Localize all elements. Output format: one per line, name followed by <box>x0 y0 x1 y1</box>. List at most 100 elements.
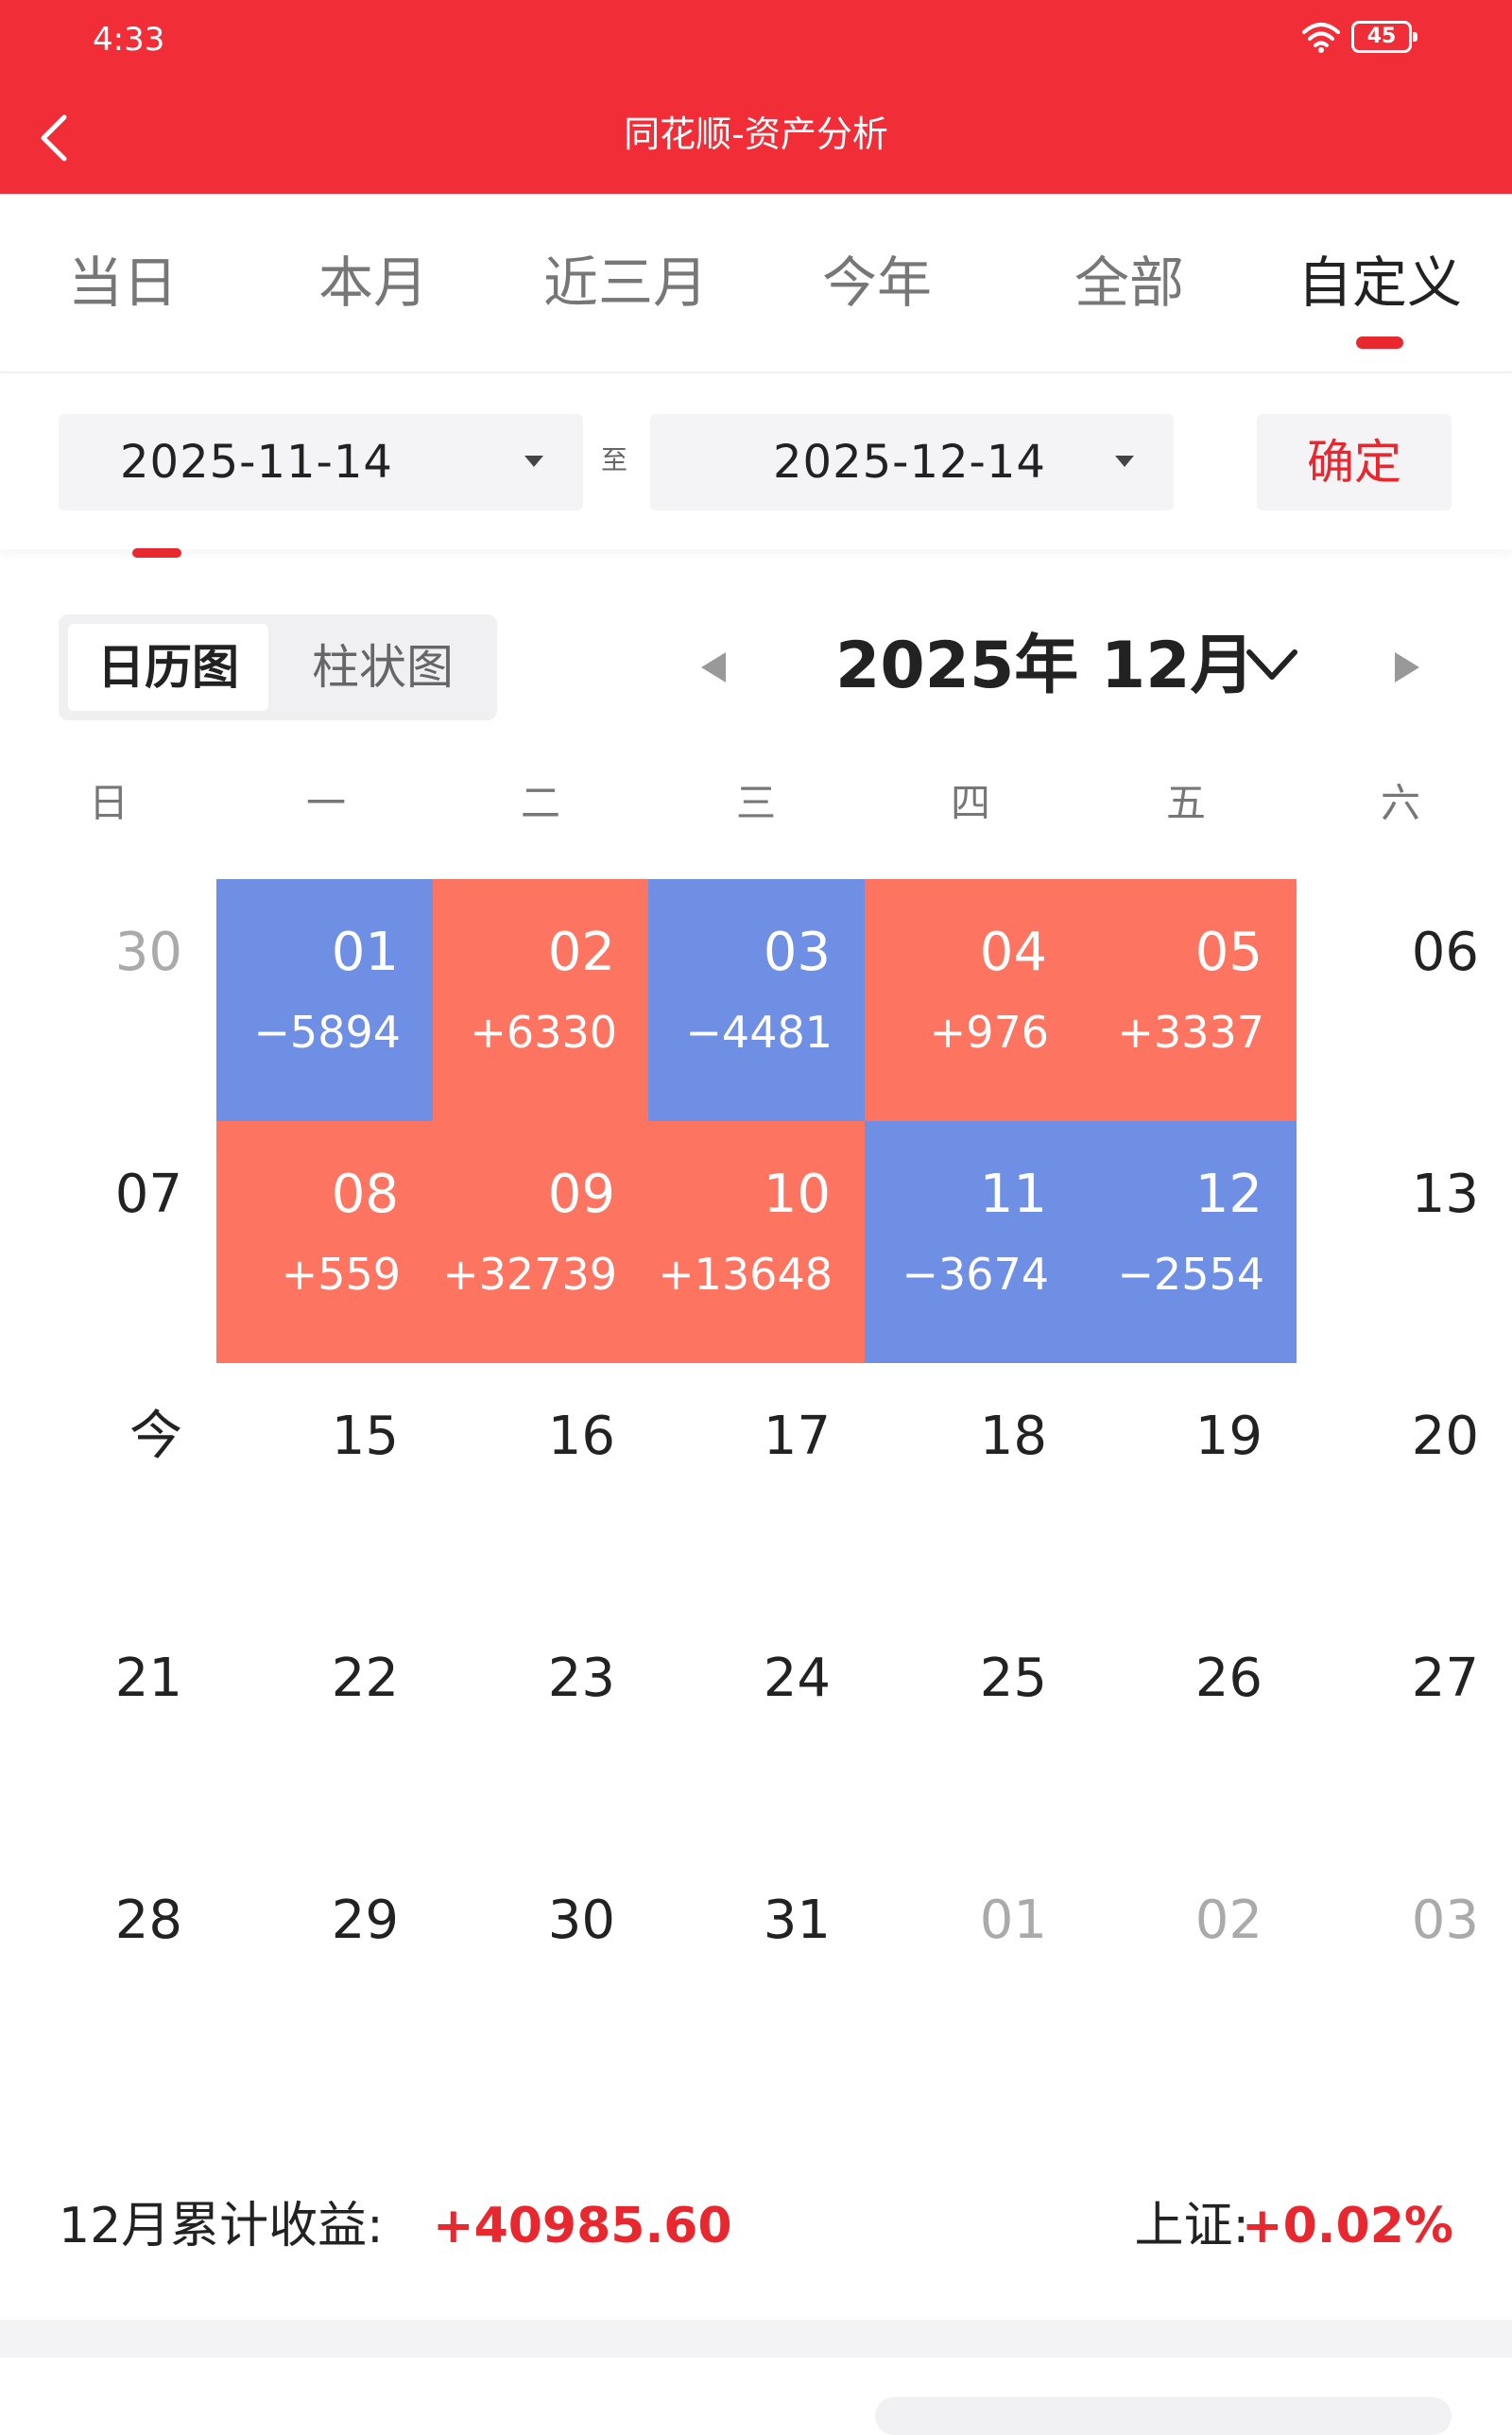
calendar-day-cell[interactable]: 08 +559 <box>216 1121 433 1363</box>
triangle-right-icon[interactable] <box>1393 650 1421 684</box>
calendar-day-cell[interactable]: 03 <box>1297 1847 1512 2089</box>
cumulative-return-label: 12月累计收益: <box>59 2198 384 2254</box>
day-number: 25 <box>979 1648 1047 1709</box>
daily-return-value: −3674 <box>902 1249 1049 1300</box>
day-number: 20 <box>1411 1406 1479 1467</box>
calendar-day-cell[interactable]: 30 <box>0 879 216 1121</box>
chevron-down-icon[interactable] <box>1246 647 1298 682</box>
day-number: 06 <box>1411 922 1479 983</box>
calendar-day-cell[interactable]: 30 <box>433 1847 649 2089</box>
end-date-select[interactable]: 2025-12-14 <box>650 414 1174 510</box>
calendar-day-cell[interactable]: 31 <box>648 1847 865 2089</box>
index-label: 上证: <box>1134 2198 1249 2254</box>
active-tab-indicator <box>1356 337 1403 349</box>
calendar-day-cell[interactable]: 28 <box>0 1847 216 2089</box>
day-number: 03 <box>1411 1890 1479 1951</box>
confirm-button[interactable]: 确定 <box>1257 414 1452 510</box>
tab-this-year[interactable]: 今年 <box>822 243 932 322</box>
day-number: 19 <box>1194 1406 1263 1467</box>
app-bar: 4:33 45 同花顺-资产分析 <box>0 0 1512 194</box>
calendar-day-cell[interactable]: 09 +32739 <box>433 1121 649 1363</box>
start-date-value: 2025-11-14 <box>120 436 393 489</box>
start-date-select[interactable]: 2025-11-14 <box>59 414 583 510</box>
day-number: 今 <box>129 1406 182 1467</box>
calendar-day-cell[interactable]: 01 −5894 <box>216 879 433 1121</box>
day-number: 30 <box>547 1890 615 1951</box>
daily-return-value: −2554 <box>1117 1249 1264 1300</box>
day-number: 04 <box>979 922 1047 983</box>
calendar-day-cell[interactable]: 03 −4481 <box>648 879 865 1121</box>
calendar-day-cell[interactable]: 10 +13648 <box>648 1121 865 1363</box>
calendar-day-cell[interactable]: 23 <box>433 1605 649 1847</box>
tab-this-month[interactable]: 本月 <box>318 243 428 322</box>
day-number: 09 <box>547 1164 615 1225</box>
day-number: 05 <box>1194 922 1263 983</box>
calendar-day-cell[interactable]: 今 <box>0 1363 216 1605</box>
calendar-day-cell[interactable]: 07 <box>0 1121 216 1363</box>
day-number: 21 <box>114 1648 182 1709</box>
month-title[interactable]: 2025年 12月 <box>835 619 1255 714</box>
caret-down-icon <box>524 456 543 467</box>
day-number: 07 <box>114 1164 182 1225</box>
day-number: 18 <box>979 1406 1047 1467</box>
calendar-day-cell[interactable]: 17 <box>648 1363 865 1605</box>
calendar-day-cell[interactable]: 01 <box>865 1847 1081 2089</box>
calendar-day-cell[interactable]: 16 <box>433 1363 649 1605</box>
calendar-day-cell[interactable]: 24 <box>648 1605 865 1847</box>
calendar-day-cell[interactable]: 19 <box>1080 1363 1297 1605</box>
calendar-day-cell[interactable]: 22 <box>216 1605 433 1847</box>
calendar-day-cell[interactable]: 04 +976 <box>865 879 1081 1121</box>
triangle-left-icon[interactable] <box>699 650 728 684</box>
daily-return-value: +3337 <box>1117 1007 1264 1058</box>
calendar-day-cell[interactable]: 02 <box>1080 1847 1297 2089</box>
daily-return-value: +13648 <box>658 1249 833 1300</box>
section-divider <box>0 2320 1512 2357</box>
index-change-value: +0.02% <box>1242 2198 1453 2254</box>
weekday-tue: 二 <box>520 780 560 826</box>
day-number: 31 <box>763 1890 831 1951</box>
calendar-day-cell[interactable]: 06 <box>1297 879 1512 1121</box>
day-number: 10 <box>763 1164 831 1225</box>
tab-custom[interactable]: 自定义 <box>1297 243 1462 322</box>
tab-three-months[interactable]: 近三月 <box>543 243 708 322</box>
day-number: 08 <box>331 1164 399 1225</box>
calendar-day-cell[interactable]: 15 <box>216 1363 433 1605</box>
calendar-day-cell[interactable]: 26 <box>1080 1605 1297 1847</box>
daily-return-value: +32739 <box>442 1249 617 1300</box>
next-section <box>0 2357 1512 2435</box>
calendar-day-cell[interactable]: 29 <box>216 1847 433 2089</box>
calendar-day-cell[interactable]: 05 +3337 <box>1080 879 1297 1121</box>
day-number: 03 <box>763 922 831 983</box>
tab-all[interactable]: 全部 <box>1074 243 1184 322</box>
tab-today[interactable]: 当日 <box>68 243 178 322</box>
calendar-view-button[interactable]: 日历图 <box>68 624 268 711</box>
daily-return-value: −5894 <box>253 1007 401 1058</box>
red-marker <box>132 548 181 558</box>
calendar-day-cell[interactable]: 18 <box>865 1363 1081 1605</box>
calendar-day-cell[interactable]: 12 −2554 <box>1080 1121 1297 1363</box>
calendar-day-cell[interactable]: 02 +6330 <box>433 879 649 1121</box>
day-number: 22 <box>331 1648 399 1709</box>
day-number: 28 <box>114 1890 182 1951</box>
day-number: 02 <box>1194 1890 1263 1951</box>
daily-return-value: +976 <box>929 1007 1049 1058</box>
weekday-wed: 三 <box>735 780 776 826</box>
range-separator: 至 <box>601 444 628 475</box>
day-number: 26 <box>1194 1648 1263 1709</box>
caret-down-icon <box>1115 456 1134 467</box>
day-number: 12 <box>1194 1164 1263 1225</box>
weekday-mon: 一 <box>305 780 346 826</box>
wifi-icon <box>1302 23 1340 53</box>
calendar-day-cell[interactable]: 27 <box>1297 1605 1512 1847</box>
calendar-day-cell[interactable]: 20 <box>1297 1363 1512 1605</box>
day-number: 11 <box>979 1164 1047 1225</box>
page-title: 同花顺-资产分析 <box>624 113 888 155</box>
status-time: 4:33 <box>93 21 165 59</box>
calendar-day-cell[interactable]: 11 −3674 <box>865 1121 1081 1363</box>
day-number: 24 <box>763 1648 831 1709</box>
bar-view-button[interactable]: 柱状图 <box>282 624 484 711</box>
weekday-sun: 日 <box>88 780 129 826</box>
calendar-day-cell[interactable]: 13 <box>1297 1121 1512 1363</box>
calendar-day-cell[interactable]: 25 <box>865 1605 1081 1847</box>
calendar-day-cell[interactable]: 21 <box>0 1605 216 1847</box>
